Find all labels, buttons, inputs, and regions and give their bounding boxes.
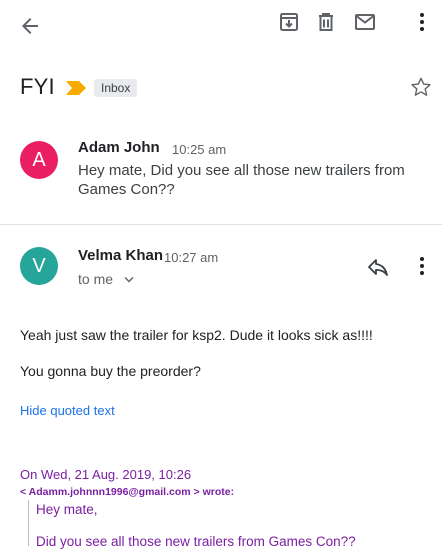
inbox-label[interactable]: Inbox <box>94 79 138 97</box>
message-preview-line: Games Con?? <box>78 181 175 198</box>
more-vert-icon[interactable] <box>410 254 434 278</box>
quote-header: On Wed, 21 Aug. 2019, 10:26 <box>20 467 192 482</box>
quote-bar <box>28 500 29 546</box>
top-app-bar <box>0 0 442 52</box>
message-body-line: You gonna buy the preorder? <box>20 363 201 379</box>
message-divider <box>0 224 442 225</box>
sender-name: Velma Khan <box>78 247 164 264</box>
quote-sender-email: < Adamm.johnnn1996@gmail.com > wrote: <box>20 486 235 498</box>
back-arrow-icon[interactable] <box>18 14 42 38</box>
message-time: 10:25 am <box>172 142 227 157</box>
important-marker-icon[interactable] <box>66 81 86 95</box>
recipient-label: to me <box>78 271 114 287</box>
email-subject: FYI <box>20 74 55 99</box>
message-preview-line: Hey mate, Did you see all those new trai… <box>78 162 405 179</box>
delete-icon[interactable] <box>314 10 338 34</box>
avatar: A <box>20 141 58 179</box>
quote-line: Hey mate, <box>36 502 98 517</box>
avatar: V <box>20 247 58 285</box>
message-body-line: Yeah just saw the trailer for ksp2. Dude… <box>20 327 373 343</box>
star-icon[interactable] <box>410 76 432 98</box>
chevron-down-icon <box>124 276 134 284</box>
message-time: 10:27 am <box>164 250 219 265</box>
more-vert-icon[interactable] <box>410 10 434 34</box>
hide-quoted-text-link[interactable]: Hide quoted text <box>20 403 115 418</box>
mail-icon[interactable] <box>353 10 377 34</box>
quote-line: Did you see all those new trailers from … <box>36 534 356 549</box>
archive-icon[interactable] <box>277 10 301 34</box>
reply-icon[interactable] <box>366 255 390 279</box>
sender-name: Adam John <box>78 139 160 156</box>
